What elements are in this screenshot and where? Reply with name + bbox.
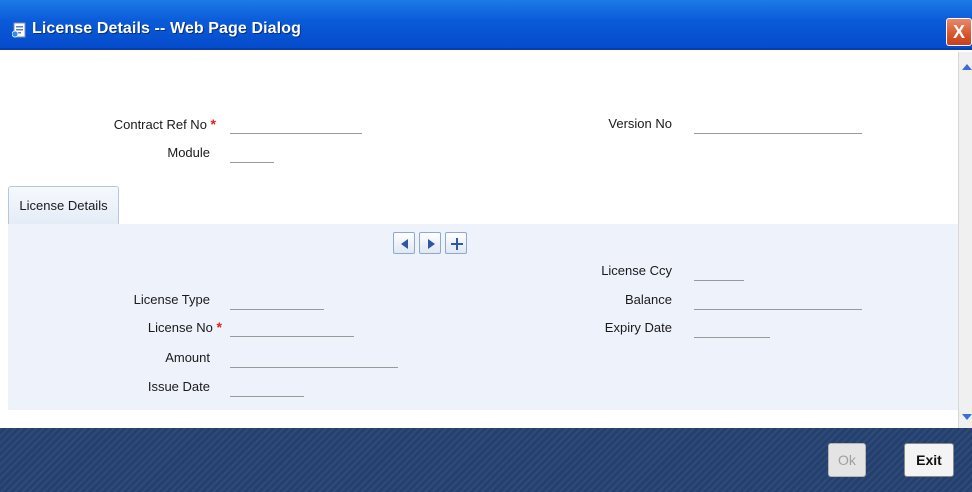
contract-ref-label: Contract Ref No *	[60, 116, 216, 132]
exit-button[interactable]: Exit	[904, 443, 954, 477]
plus-icon	[451, 238, 463, 250]
web-page-icon	[12, 22, 26, 38]
issue-date-label: Issue Date	[147, 379, 210, 394]
amount-label: Amount	[165, 350, 210, 365]
dialog-titlebar: License Details -- Web Page Dialog X	[0, 0, 972, 50]
license-ccy-label: License Ccy	[601, 263, 672, 278]
previous-record-button[interactable]	[393, 232, 415, 254]
required-marker: *	[210, 116, 216, 132]
dialog-footer	[0, 428, 972, 492]
license-type-field[interactable]	[230, 292, 324, 310]
expiry-date-label: Expiry Date	[604, 320, 672, 335]
triangle-left-icon	[401, 239, 408, 249]
license-no-field[interactable]	[230, 319, 354, 337]
tab-license-details[interactable]: License Details	[8, 186, 119, 224]
add-record-button[interactable]	[445, 232, 467, 254]
issue-date-field[interactable]	[230, 379, 304, 397]
version-no-label: Version No	[608, 116, 672, 131]
balance-label: Balance	[625, 292, 672, 307]
contract-ref-field[interactable]	[230, 116, 362, 134]
module-label: Module	[167, 145, 210, 160]
vertical-scrollbar[interactable]	[958, 52, 972, 428]
dialog-title: License Details -- Web Page Dialog	[32, 20, 301, 37]
version-no-field[interactable]	[694, 116, 862, 134]
scroll-up-arrow-icon[interactable]	[962, 64, 972, 70]
close-button[interactable]: X	[946, 18, 972, 46]
expiry-date-field[interactable]	[694, 320, 770, 338]
required-marker: *	[216, 319, 222, 335]
next-record-button[interactable]	[419, 232, 441, 254]
license-type-label: License Type	[133, 292, 210, 307]
ok-button[interactable]: Ok	[828, 443, 866, 477]
amount-field[interactable]	[230, 350, 398, 368]
license-no-label-text: License No	[147, 320, 213, 335]
license-no-label: License No *	[60, 319, 222, 335]
contract-ref-label-text: Contract Ref No	[113, 117, 207, 132]
triangle-right-icon	[428, 239, 435, 249]
scroll-down-arrow-icon[interactable]	[962, 414, 972, 420]
module-field[interactable]	[230, 145, 274, 163]
balance-field[interactable]	[694, 292, 862, 310]
license-ccy-field[interactable]	[694, 263, 744, 281]
